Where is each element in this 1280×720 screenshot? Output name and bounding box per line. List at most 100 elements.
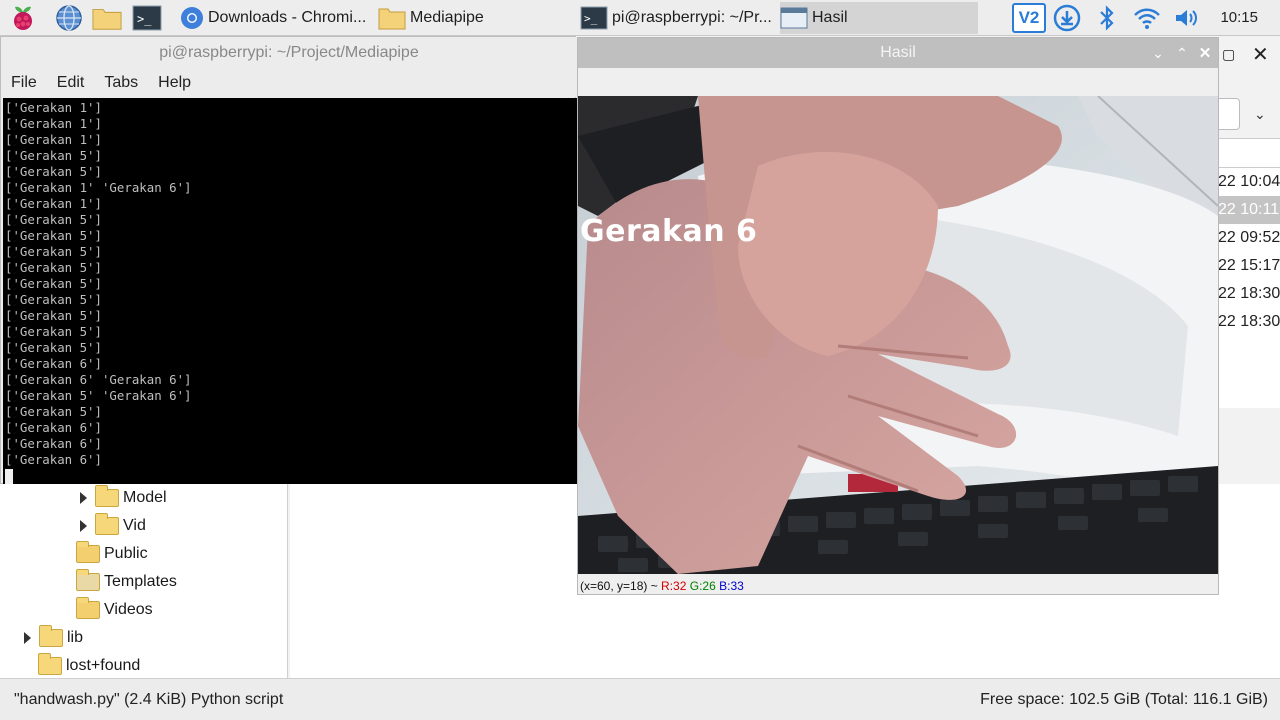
- folder-icon: [378, 8, 406, 30]
- file-date-column: 22 10:04 22 10:11 22 09:52 22 15:17 22 1…: [1218, 168, 1280, 408]
- tree-item-label: lib: [67, 629, 84, 646]
- globe-browser-icon[interactable]: [54, 4, 84, 32]
- gesture-overlay-text: Gerakan 6: [580, 214, 758, 249]
- task-hasil[interactable]: Hasil: [780, 2, 978, 34]
- volume-icon[interactable]: [1172, 4, 1202, 32]
- window-toolbar: [578, 68, 1218, 96]
- blue-value: B:33: [719, 579, 744, 593]
- menu-bar: File Edit Tabs Help: [1, 69, 577, 97]
- menu-file[interactable]: File: [11, 74, 37, 92]
- tree-item-label: Templates: [104, 573, 177, 590]
- task-label: Hasil: [812, 9, 848, 26]
- output-line: ['Gerakan 5']: [5, 260, 102, 275]
- list-item[interactable]: 22 18:30: [1218, 308, 1280, 336]
- output-line: ['Gerakan 5']: [5, 164, 102, 179]
- output-line: ['Gerakan 6']: [5, 356, 102, 371]
- download-updates-icon[interactable]: [1052, 4, 1082, 32]
- terminal-launcher-icon[interactable]: >_: [132, 4, 162, 32]
- output-line: ['Gerakan 5']: [5, 228, 102, 243]
- terminal-window: pi@raspberrypi: ~/Project/Mediapipe File…: [0, 36, 577, 484]
- vnc-icon[interactable]: V2: [1012, 3, 1046, 33]
- wifi-icon[interactable]: [1132, 4, 1162, 32]
- camera-frame[interactable]: Gerakan 6: [578, 96, 1218, 574]
- bluetooth-icon[interactable]: [1092, 4, 1122, 32]
- maximize-icon[interactable]: ⌃: [1172, 43, 1192, 63]
- path-field[interactable]: [1218, 98, 1240, 130]
- tree-item-label: Vid: [123, 517, 146, 534]
- pixel-info-status: (x=60, y=18) ~ R:32 G:26 B:33: [578, 576, 1218, 596]
- output-line: ['Gerakan 5']: [5, 148, 102, 163]
- chromium-icon: [181, 7, 203, 29]
- tree-item-label: Model: [123, 489, 167, 506]
- tree-item-videos[interactable]: Videos: [76, 596, 153, 624]
- terminal-icon: >_: [580, 6, 608, 30]
- folder-icon: [39, 625, 63, 647]
- raspberry-menu-icon[interactable]: [8, 4, 38, 32]
- tree-item-model[interactable]: Model: [80, 484, 167, 512]
- output-line: ['Gerakan 6']: [5, 452, 102, 467]
- close-icon[interactable]: ✕: [1252, 42, 1272, 66]
- task-chromium[interactable]: Downloads - Chromi...: [176, 2, 372, 34]
- clock[interactable]: 10:15: [1220, 9, 1258, 26]
- task-mediapipe[interactable]: Mediapipe: [378, 2, 574, 34]
- text-cursor: [5, 469, 13, 484]
- output-line: ['Gerakan 5']: [5, 212, 102, 227]
- tree-item-lib[interactable]: lib: [24, 624, 83, 652]
- expand-arrow-icon[interactable]: [24, 632, 31, 644]
- task-label: pi@raspberrypi: ~/Pr...: [612, 9, 772, 26]
- list-item[interactable]: 22 15:17: [1218, 252, 1280, 280]
- menu-edit[interactable]: Edit: [57, 74, 85, 92]
- folder-icon: [38, 653, 62, 675]
- taskbar: >_ Downloads - Chromi... Mediapipe >_ pi…: [0, 0, 1280, 36]
- task-terminal[interactable]: >_ pi@raspberrypi: ~/Pr...: [580, 2, 776, 34]
- tree-item-label: Public: [104, 545, 148, 562]
- output-line: ['Gerakan 1']: [5, 116, 102, 131]
- output-line: ['Gerakan 5']: [5, 276, 102, 291]
- chevron-down-icon[interactable]: ⌄: [1254, 106, 1266, 123]
- list-item-selected[interactable]: 22 10:11: [1218, 196, 1280, 224]
- maximize-icon[interactable]: ▢: [1222, 46, 1242, 66]
- directory-tree: Model Vid Public Templates Videos lib lo…: [0, 484, 288, 678]
- terminal-output[interactable]: ['Gerakan 1'] ['Gerakan 1'] ['Gerakan 1'…: [3, 98, 577, 484]
- public-folder-icon: [76, 541, 100, 563]
- output-line: ['Gerakan 1']: [5, 196, 102, 211]
- cursor-position: (x=60, y=18) ~: [580, 579, 662, 593]
- hand-image: [578, 96, 1218, 574]
- red-value: R:32: [661, 579, 687, 593]
- menu-tabs[interactable]: Tabs: [104, 74, 138, 92]
- output-line: ['Gerakan 5']: [5, 340, 102, 355]
- svg-text:>_: >_: [137, 12, 152, 26]
- window-titlebar[interactable]: Hasil: [578, 38, 1218, 68]
- output-line: ['Gerakan 5']: [5, 404, 102, 419]
- output-line: ['Gerakan 5']: [5, 324, 102, 339]
- list-item[interactable]: 22 09:52: [1218, 224, 1280, 252]
- tree-item-vid[interactable]: Vid: [80, 512, 146, 540]
- task-label: Mediapipe: [410, 9, 484, 26]
- tree-item-lost-found[interactable]: lost+found: [38, 652, 140, 680]
- minimize-icon[interactable]: ⌄: [1148, 43, 1168, 63]
- task-label: Downloads - Chromi...: [208, 9, 367, 26]
- output-line: ['Gerakan 6']: [5, 420, 102, 435]
- menu-help[interactable]: Help: [158, 74, 191, 92]
- svg-text:>_: >_: [584, 12, 598, 25]
- free-space-status: Free space: 102.5 GiB (Total: 116.1 GiB): [980, 691, 1268, 708]
- tree-item-public[interactable]: Public: [76, 540, 148, 568]
- tree-item-label: lost+found: [66, 657, 141, 674]
- tree-item-label: Videos: [104, 601, 153, 618]
- close-icon[interactable]: ✕: [1195, 43, 1215, 63]
- expand-arrow-icon[interactable]: [80, 492, 87, 504]
- expand-arrow-icon[interactable]: [80, 520, 87, 532]
- window-title[interactable]: pi@raspberrypi: ~/Project/Mediapipe: [1, 37, 577, 69]
- window-title: Hasil: [880, 44, 916, 61]
- folder-icon: [95, 513, 119, 535]
- output-line: ['Gerakan 6' 'Gerakan 6']: [5, 372, 192, 387]
- templates-folder-icon: [76, 569, 100, 591]
- output-line: ['Gerakan 5' 'Gerakan 6']: [5, 388, 192, 403]
- list-item[interactable]: 22 10:04: [1218, 168, 1280, 196]
- tree-item-templates[interactable]: Templates: [76, 568, 177, 596]
- window-icon: [780, 7, 808, 29]
- column-header[interactable]: [1218, 138, 1280, 168]
- folder-launcher-icon[interactable]: [92, 4, 122, 32]
- green-value: G:26: [689, 579, 716, 593]
- list-item[interactable]: 22 18:30: [1218, 280, 1280, 308]
